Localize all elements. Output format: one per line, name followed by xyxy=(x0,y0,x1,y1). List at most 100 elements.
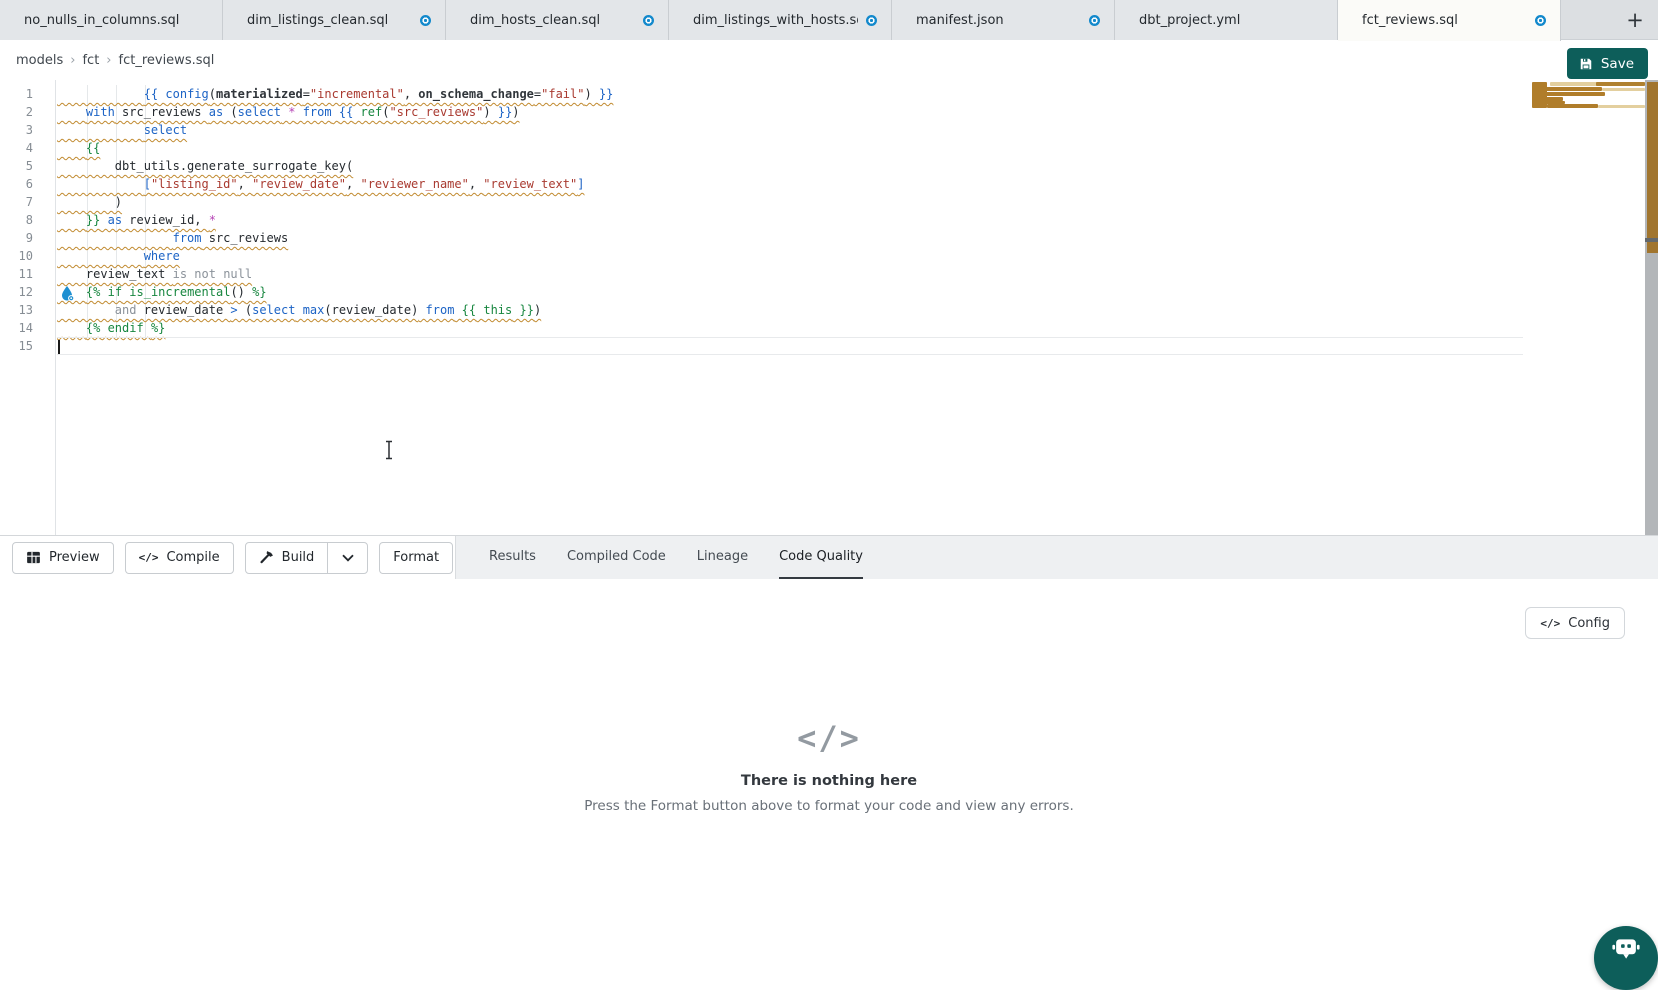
line-number: 12 xyxy=(0,283,55,301)
build-button[interactable]: Build xyxy=(246,543,328,573)
tab-label: dim_hosts_clean.sql xyxy=(470,13,635,28)
unsaved-indicator-icon xyxy=(1535,15,1546,26)
unsaved-indicator-icon xyxy=(866,15,877,26)
tab-label: dim_listings_clean.sql xyxy=(247,13,412,28)
build-split-button: Build xyxy=(245,542,369,574)
code-line[interactable]: {% if is_incremental() %} xyxy=(57,283,1523,301)
empty-state-title: There is nothing here xyxy=(0,773,1658,789)
editor-code-area[interactable]: {{ config(materialized="incremental", on… xyxy=(57,80,1523,535)
code-line[interactable]: ["listing_id", "review_date", "reviewer_… xyxy=(57,175,1523,193)
code-quality-panel: </> Config </> There is nothing here Pre… xyxy=(0,579,1658,955)
empty-state: </> There is nothing here Press the Form… xyxy=(0,719,1658,814)
tab-manifest-json[interactable]: manifest.json xyxy=(892,0,1115,40)
panel-tab-code-quality[interactable]: Code Quality xyxy=(779,536,863,579)
breadcrumb-bar: models › fct › fct_reviews.sql Save xyxy=(0,40,1658,80)
tab-dim-listings-clean-sql[interactable]: dim_listings_clean.sql xyxy=(223,0,446,40)
config-code-icon: </> xyxy=(1540,617,1560,630)
file-tab-bar: no_nulls_in_columns.sql dim_listings_clea… xyxy=(0,0,1658,40)
compile-button-label: Compile xyxy=(166,550,219,565)
breadcrumb-item-fct-reviews-sql[interactable]: fct_reviews.sql xyxy=(119,53,215,68)
code-line[interactable]: where xyxy=(57,247,1523,265)
tab-label: no_nulls_in_columns.sql xyxy=(24,13,208,28)
build-options-dropdown[interactable] xyxy=(327,543,367,573)
code-line[interactable]: with src_reviews as (select * from {{ re… xyxy=(57,103,1523,121)
unsaved-indicator-icon xyxy=(1089,15,1100,26)
compile-button[interactable]: </> Compile xyxy=(125,542,234,574)
tab-label: dim_listings_with_hosts.sql xyxy=(693,13,858,28)
config-button[interactable]: </> Config xyxy=(1525,607,1625,639)
breadcrumb-item-fct[interactable]: fct xyxy=(82,53,99,68)
code-line[interactable]: dbt_utils.generate_surrogate_key( xyxy=(57,157,1523,175)
cursor-overview-marker xyxy=(1645,238,1658,242)
code-line[interactable]: and review_date > (select max(review_dat… xyxy=(57,301,1523,319)
line-number: 1 xyxy=(0,85,55,103)
preview-table-icon xyxy=(26,550,41,565)
panel-tab-compiled-code[interactable]: Compiled Code xyxy=(567,536,666,579)
tab-dim-hosts-clean-sql[interactable]: dim_hosts_clean.sql xyxy=(446,0,669,40)
code-line[interactable]: review_text is not null xyxy=(57,265,1523,283)
tab-no-nulls-in-columns-sql[interactable]: no_nulls_in_columns.sql xyxy=(0,0,223,40)
code-line[interactable]: {{ xyxy=(57,139,1523,157)
tab-label: manifest.json xyxy=(916,13,1081,28)
unsaved-indicator-icon xyxy=(420,15,431,26)
code-line[interactable]: {{ config(materialized="incremental", on… xyxy=(57,85,1523,103)
line-number: 13 xyxy=(0,301,55,319)
breadcrumb: models › fct › fct_reviews.sql xyxy=(16,53,214,68)
code-line[interactable]: from src_reviews xyxy=(57,229,1523,247)
format-button-label: Format xyxy=(393,550,439,565)
breadcrumb-item-models[interactable]: models xyxy=(16,53,63,68)
save-button-label: Save xyxy=(1601,56,1634,72)
line-number: 11 xyxy=(0,265,55,283)
line-number: 14 xyxy=(0,319,55,337)
result-panel-tabs: Results Compiled Code Lineage Code Quality xyxy=(455,536,1658,579)
editor-scrollbar[interactable] xyxy=(1645,80,1658,535)
lint-overview-marker xyxy=(1647,82,1658,253)
new-tab-button[interactable]: + xyxy=(1618,0,1652,40)
line-number: 6 xyxy=(0,175,55,193)
line-number: 5 xyxy=(0,157,55,175)
code-line[interactable]: }} as review_id, * xyxy=(57,211,1523,229)
code-editor[interactable]: 123456789101112131415 {{ config(material… xyxy=(0,80,1658,535)
help-chat-button[interactable] xyxy=(1594,926,1658,990)
empty-state-description: Press the Format button above to format … xyxy=(0,798,1658,814)
line-number: 2 xyxy=(0,103,55,121)
tab-dbt-project-yml[interactable]: dbt_project.yml xyxy=(1115,0,1338,40)
format-button[interactable]: Format xyxy=(379,542,453,574)
panel-tab-results[interactable]: Results xyxy=(489,536,536,579)
line-number: 9 xyxy=(0,229,55,247)
save-button[interactable]: Save xyxy=(1567,48,1648,79)
breadcrumb-separator: › xyxy=(70,53,75,68)
editor-toolbar: Preview </> Compile Build Format Results… xyxy=(0,535,1658,579)
toolbar-buttons: Preview </> Compile Build Format xyxy=(0,536,455,579)
tab-dim-listings-with-hosts-sql[interactable]: dim_listings_with_hosts.sql xyxy=(669,0,892,40)
preview-button[interactable]: Preview xyxy=(12,542,114,574)
code-action-drop-icon[interactable] xyxy=(60,286,76,302)
compile-code-icon: </> xyxy=(139,551,159,564)
line-number: 4 xyxy=(0,139,55,157)
panel-tab-lineage[interactable]: Lineage xyxy=(697,536,748,579)
build-hammer-icon xyxy=(259,550,274,565)
editor-minimap[interactable] xyxy=(1523,80,1645,535)
line-number: 15 xyxy=(0,337,55,355)
code-line[interactable]: {% endif %} xyxy=(57,319,1523,337)
code-line[interactable]: select xyxy=(57,121,1523,139)
line-number: 10 xyxy=(0,247,55,265)
config-button-label: Config xyxy=(1568,616,1610,631)
tab-label: fct_reviews.sql xyxy=(1362,13,1527,28)
tab-label: dbt_project.yml xyxy=(1139,13,1323,28)
line-number: 7 xyxy=(0,193,55,211)
code-slash-icon: </> xyxy=(0,719,1658,757)
editor-gutter: 123456789101112131415 xyxy=(0,80,56,535)
tab-fct-reviews-sql[interactable]: fct_reviews.sql xyxy=(1338,0,1561,41)
chatbot-robot-icon xyxy=(1610,932,1642,964)
line-number: 3 xyxy=(0,121,55,139)
unsaved-indicator-icon xyxy=(643,15,654,26)
breadcrumb-separator: › xyxy=(106,53,111,68)
build-button-label: Build xyxy=(282,550,315,565)
save-floppy-icon xyxy=(1579,57,1593,71)
chevron-down-icon xyxy=(342,554,354,562)
code-line[interactable]: ) xyxy=(57,193,1523,211)
code-line[interactable] xyxy=(57,337,1523,355)
text-cursor xyxy=(58,340,60,354)
line-number: 8 xyxy=(0,211,55,229)
